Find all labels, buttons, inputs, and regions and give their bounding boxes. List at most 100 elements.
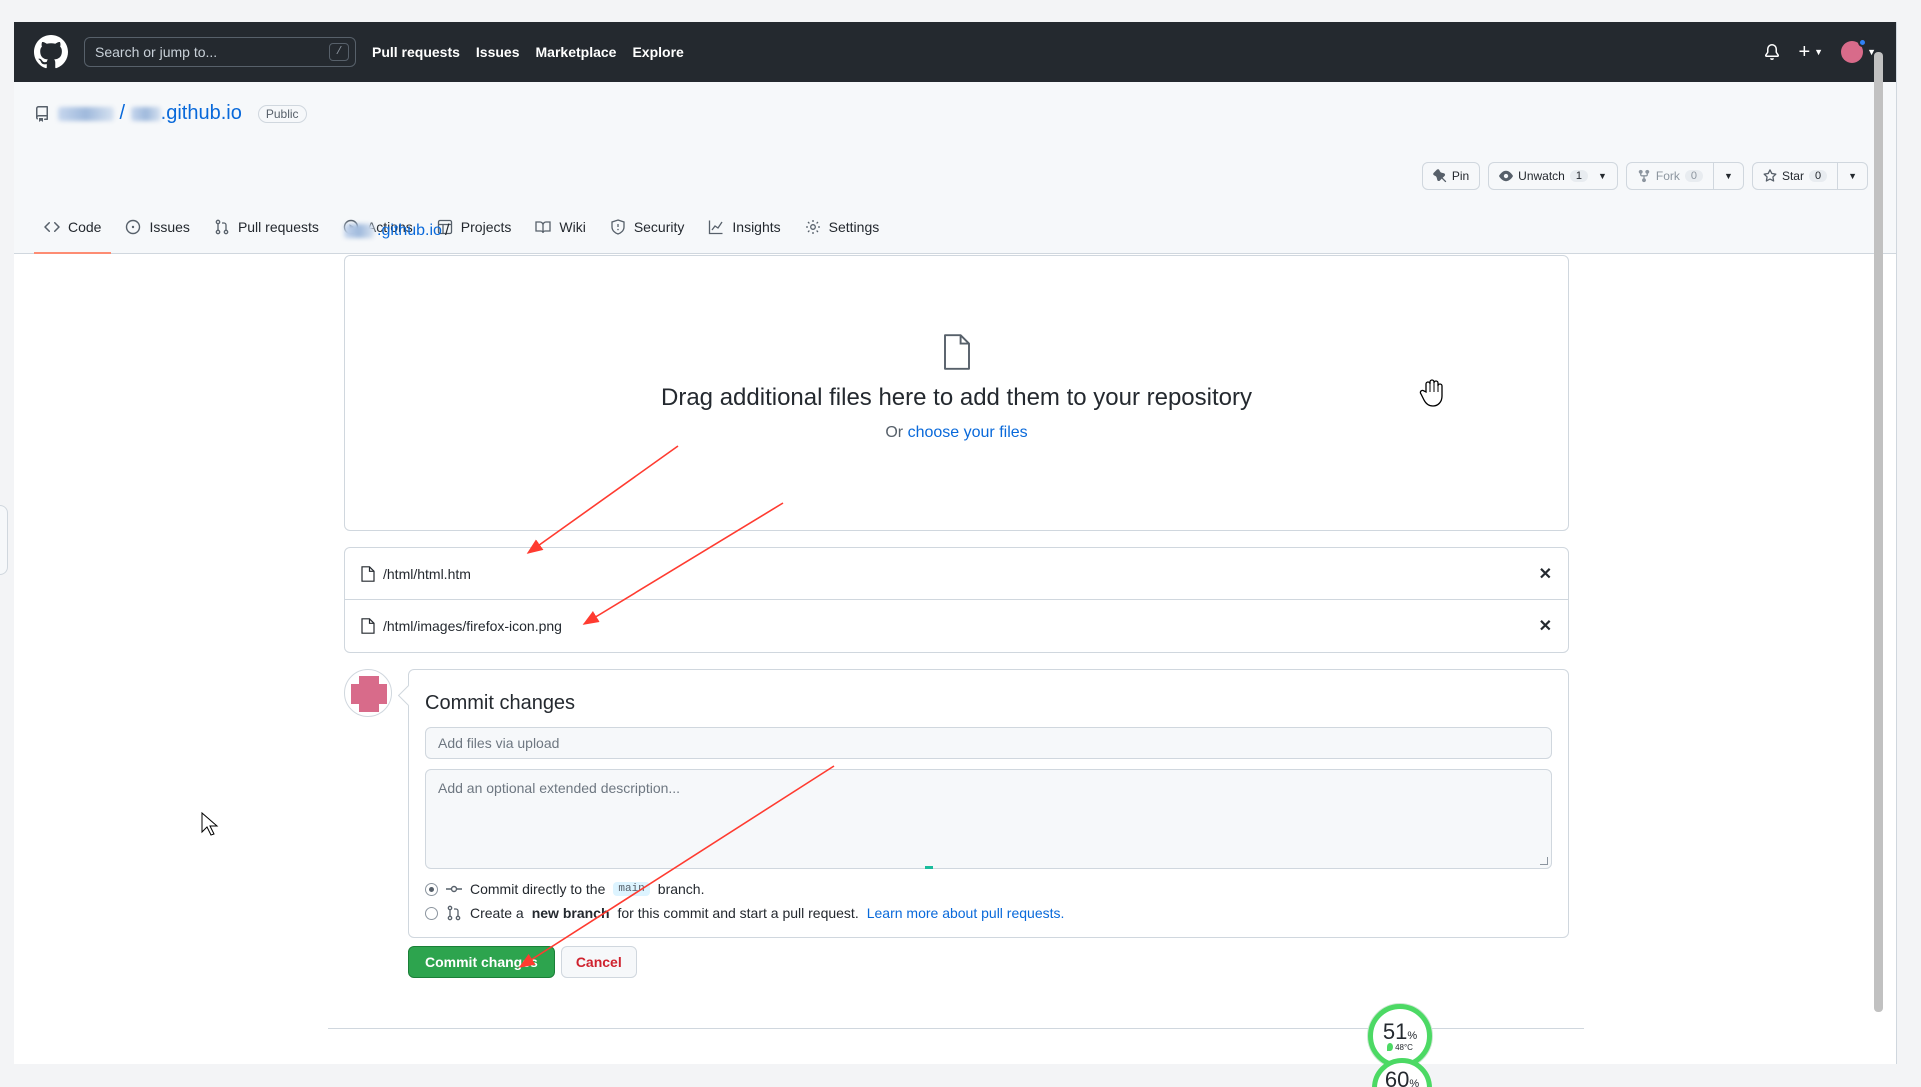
identicon-part — [359, 676, 379, 712]
choose-files-link[interactable]: choose your files — [908, 424, 1028, 441]
visibility-badge: Public — [257, 104, 307, 123]
list-item: /html/images/firefox-icon.png ✕ — [345, 600, 1568, 652]
remove-file-button[interactable]: ✕ — [1539, 616, 1552, 636]
tab-pull-requests[interactable]: Pull requests — [204, 219, 329, 253]
drop-zone-subtitle: Or choose your files — [885, 424, 1027, 442]
code-icon — [44, 221, 60, 233]
repo-owner-link[interactable]: / .github.io — [58, 102, 242, 125]
drop-zone-title: Drag additional files here to add them t… — [661, 384, 1252, 411]
remove-file-button[interactable]: ✕ — [1539, 564, 1552, 584]
radio-new-branch[interactable] — [425, 906, 438, 920]
pull-request-icon — [215, 219, 229, 235]
unwatch-button[interactable]: Unwatch 1 ▼ — [1488, 162, 1618, 190]
file-icon — [943, 334, 970, 370]
pin-button[interactable]: Pin — [1421, 162, 1481, 190]
tab-code[interactable]: Code — [34, 219, 112, 254]
cpu-value: 51 — [1382, 1018, 1408, 1044]
cancel-button[interactable]: Cancel — [560, 946, 637, 978]
star-label: Star — [1781, 169, 1804, 183]
scrollbar[interactable] — [1874, 52, 1883, 1012]
user-menu[interactable]: ▼ — [1841, 38, 1876, 63]
repo-actions: Pin Unwatch 1 ▼ Fork 0 ▼ Star 0 ▼ — [1421, 162, 1868, 190]
watch-count: 1 — [1569, 170, 1588, 182]
resize-handle[interactable] — [1540, 857, 1548, 865]
fork-button[interactable]: Fork 0 ▼ — [1625, 162, 1744, 190]
plus-icon: + — [1798, 41, 1811, 63]
breadcrumb-separator: / — [444, 222, 450, 239]
option-text: for this commit and start a pull request… — [617, 905, 859, 921]
commit-actions: Commit changes Cancel — [408, 946, 1569, 978]
create-new-menu[interactable]: + ▼ — [1798, 42, 1823, 62]
star-count: 0 — [1808, 170, 1828, 182]
file-icon — [361, 565, 375, 582]
search-shortcut-key: / — [329, 43, 349, 61]
upload-page: .github.io / Drag additional files here … — [344, 222, 1569, 978]
leaf-icon — [1387, 1043, 1394, 1051]
global-header: Search or jump to... / Pull requests Iss… — [14, 22, 1896, 82]
cpu-usage: 51% — [1382, 1018, 1417, 1044]
chevron-down-icon: ▼ — [1597, 171, 1607, 181]
radio-commit-direct[interactable] — [425, 882, 438, 896]
repo-icon — [36, 105, 48, 122]
fork-label: Fork — [1655, 169, 1680, 183]
search-input[interactable]: Search or jump to... / — [84, 37, 356, 67]
option-text: branch. — [657, 881, 705, 897]
nav-explore[interactable]: Explore — [632, 44, 683, 60]
commit-new-branch-option[interactable]: Create a new branch for this commit and … — [425, 905, 1552, 921]
file-icon — [361, 618, 375, 634]
fork-dropdown[interactable]: ▼ — [1713, 163, 1743, 189]
avatar — [344, 669, 392, 717]
repo-title: / .github.io Public — [34, 102, 307, 125]
uploaded-files-list: /html/html.htm ✕ /html/images/firefox-ic… — [344, 547, 1569, 653]
commit-direct-option[interactable]: Commit directly to the main branch. — [425, 881, 1552, 897]
commit-form: Commit changes Add files via upload Add … — [408, 669, 1569, 938]
tab-label: Issues — [149, 219, 190, 235]
pin-icon — [1433, 169, 1446, 183]
file-path: /html/html.htm — [383, 565, 471, 582]
tab-issues[interactable]: Issues — [115, 219, 199, 253]
commit-description-input[interactable]: Add an optional extended description... — [425, 769, 1552, 869]
nav-marketplace[interactable]: Marketplace — [536, 44, 617, 60]
issue-icon — [126, 219, 141, 235]
fork-icon — [1638, 169, 1650, 183]
redacted-repo-prefix — [344, 224, 374, 238]
breadcrumb-repo-link[interactable]: .github.io — [377, 222, 442, 240]
temperature: 48°C — [1387, 1043, 1413, 1052]
nav-pull-requests[interactable]: Pull requests — [372, 44, 460, 60]
secondary-usage: 60% — [1385, 1069, 1419, 1087]
bell-icon[interactable] — [1764, 44, 1780, 60]
commit-changes-button[interactable]: Commit changes — [408, 946, 555, 978]
eye-icon — [1499, 170, 1514, 182]
git-commit-icon — [446, 885, 462, 893]
learn-more-link[interactable]: Learn more about pull requests. — [867, 905, 1065, 921]
or-text: Or — [885, 424, 904, 441]
star-button[interactable]: Star 0 ▼ — [1751, 162, 1868, 190]
pin-label: Pin — [1451, 169, 1470, 183]
temperature-value: 48°C — [1395, 1042, 1413, 1052]
star-icon — [1763, 169, 1777, 182]
header-actions: + ▼ ▼ — [1764, 38, 1876, 63]
browser-window: Search or jump to... / Pull requests Iss… — [14, 22, 1897, 1064]
commit-section: Commit changes Add files via upload Add … — [344, 669, 1569, 938]
fork-count: 0 — [1684, 170, 1704, 182]
file-drop-zone[interactable]: Drag additional files here to add them t… — [344, 255, 1569, 531]
star-dropdown[interactable]: ▼ — [1837, 163, 1867, 189]
side-panel-handle[interactable] — [0, 505, 8, 575]
redacted-repo-prefix — [130, 106, 161, 121]
commit-summary-input[interactable]: Add files via upload — [425, 727, 1552, 759]
branch-name: main — [613, 882, 650, 896]
unwatch-label: Unwatch — [1518, 169, 1565, 183]
tab-label: Pull requests — [237, 219, 319, 235]
github-logo-icon[interactable] — [34, 35, 68, 69]
top-nav: Pull requests Issues Marketplace Explore — [372, 44, 684, 60]
option-text: Commit directly to the — [470, 881, 606, 897]
secondary-value: 60 — [1384, 1067, 1410, 1087]
commit-title: Commit changes — [425, 692, 576, 714]
chevron-down-icon: ▼ — [1814, 47, 1824, 57]
file-path: /html/images/firefox-icon.png — [383, 618, 562, 634]
search-placeholder: Search or jump to... — [95, 44, 218, 60]
option-bold-text: new branch — [531, 905, 610, 921]
description-placeholder: Add an optional extended description... — [438, 780, 681, 796]
redacted-owner — [58, 106, 114, 121]
nav-issues[interactable]: Issues — [476, 44, 520, 60]
